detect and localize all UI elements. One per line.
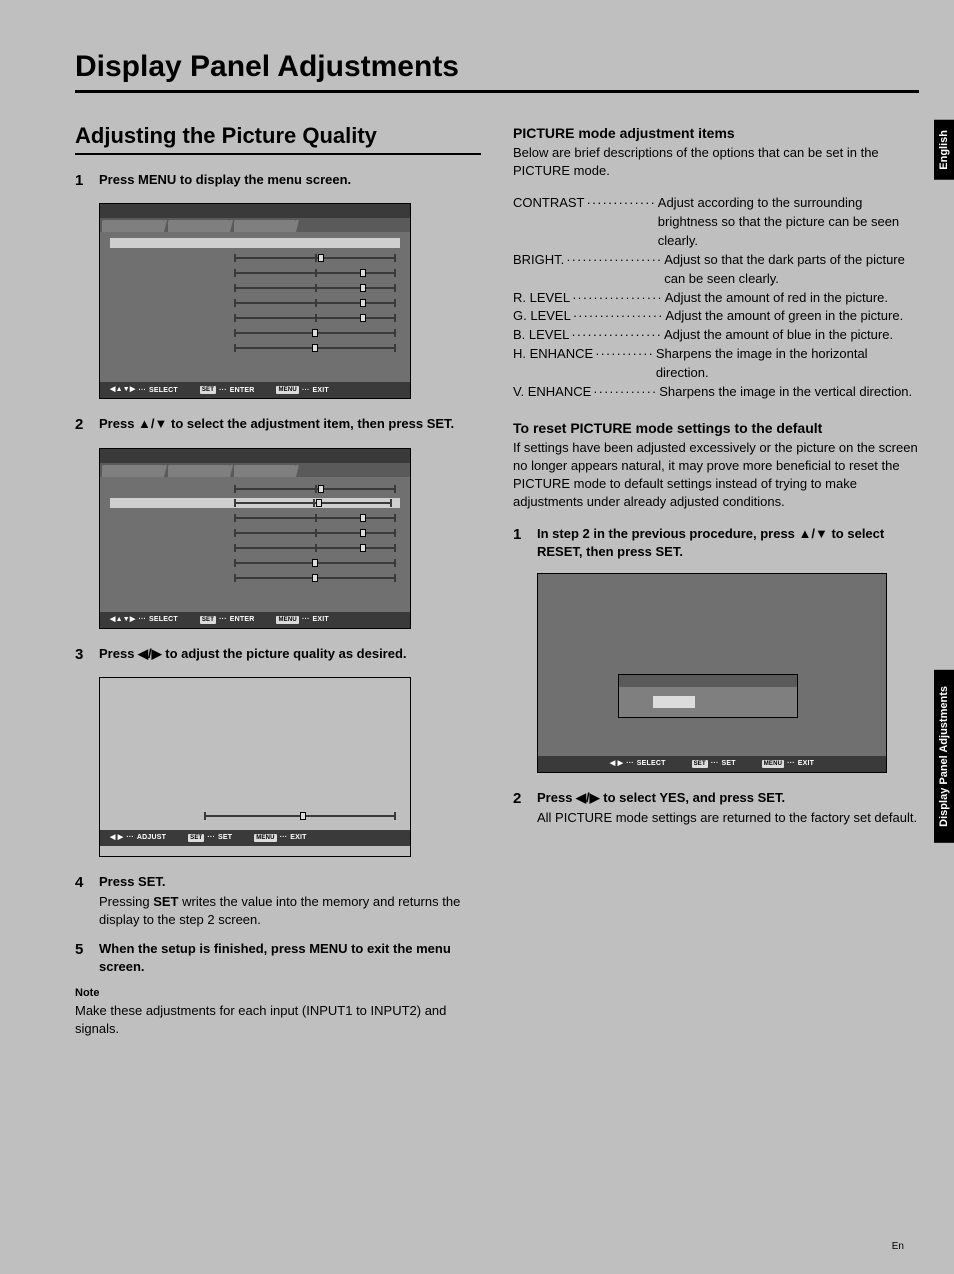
- step-number: 5: [75, 940, 89, 975]
- reset-step-2: 2 Press ◀/▶ to select YES, and press SET…: [513, 789, 919, 827]
- osd-footer: ◀▲▼▶···SELECT SET···ENTER MENU···EXIT: [100, 612, 410, 628]
- step-text: Press ◀/▶ to select YES, and press SET.: [537, 789, 919, 807]
- page-language-footer: En: [892, 1241, 904, 1252]
- left-column: Adjusting the Picture Quality 1 Press ME…: [75, 123, 481, 1038]
- definition-row: V. ENHANCE············Sharpens the image…: [513, 383, 919, 402]
- osd-reset-screenshot: ◀ ▶···SELECT SET···SET MENU···EXIT: [537, 573, 887, 773]
- definition-row: B. LEVEL·················Adjust the amou…: [513, 326, 919, 345]
- set-key-icon: SET: [200, 616, 216, 624]
- arrows-icon: ◀▲▼▶: [110, 616, 135, 624]
- osd-menu-screenshot-1: ◀▲▼▶···SELECT SET···ENTER MENU···EXIT: [99, 203, 411, 399]
- menu-key-icon: MENU: [276, 616, 298, 624]
- set-key-icon: SET: [188, 834, 204, 842]
- step-text: In step 2 in the previous procedure, pre…: [537, 525, 919, 560]
- note-label: Note: [75, 987, 481, 999]
- step-text: Press ▲/▼ to select the adjustment item,…: [99, 415, 481, 433]
- set-key-icon: SET: [692, 760, 708, 768]
- step-5: 5 When the setup is finished, press MENU…: [75, 940, 481, 975]
- definition-row: H. ENHANCE···········Sharpens the image …: [513, 345, 919, 383]
- section-tab: Display Panel Adjustments: [934, 670, 954, 843]
- note-text: Make these adjustments for each input (I…: [75, 1002, 481, 1037]
- reset-step-1: 1 In step 2 in the previous procedure, p…: [513, 525, 919, 560]
- step-number: 4: [75, 873, 89, 929]
- menu-key-icon: MENU: [254, 834, 276, 842]
- step-text: Press ◀/▶ to adjust the picture quality …: [99, 645, 481, 663]
- arrows-icon: ◀▲▼▶: [110, 386, 135, 394]
- reset-dialog: [618, 674, 798, 718]
- step-desc: Pressing SET writes the value into the m…: [99, 893, 481, 928]
- page: Display Panel Adjustments Adjusting the …: [0, 0, 954, 1274]
- set-key-icon: SET: [200, 386, 216, 394]
- osd-adjust-screenshot: ◀ ▶···ADJUST SET···SET MENU···EXIT: [99, 677, 411, 857]
- page-title: Display Panel Adjustments: [75, 50, 919, 93]
- step-text: Press SET.: [99, 873, 481, 891]
- osd-footer: ◀ ▶···SELECT SET···SET MENU···EXIT: [538, 756, 886, 772]
- lr-arrows-icon: ◀ ▶: [110, 834, 123, 842]
- step-number: 1: [513, 525, 527, 560]
- paragraph: Below are brief descriptions of the opti…: [513, 144, 919, 180]
- menu-key-icon: MENU: [762, 760, 784, 768]
- subheading: To reset PICTURE mode settings to the de…: [513, 420, 919, 436]
- section-title: Adjusting the Picture Quality: [75, 123, 481, 155]
- osd-footer: ◀ ▶···ADJUST SET···SET MENU···EXIT: [100, 830, 410, 846]
- lr-arrows-icon: ◀ ▶: [610, 760, 623, 768]
- definition-row: CONTRAST·············Adjust according to…: [513, 194, 919, 251]
- paragraph: If settings have been adjusted excessive…: [513, 439, 919, 512]
- step-1: 1 Press MENU to display the menu screen.: [75, 171, 481, 191]
- definition-row: G. LEVEL·················Adjust the amou…: [513, 307, 919, 326]
- definition-row: R. LEVEL·················Adjust the amou…: [513, 289, 919, 308]
- step-4: 4 Press SET. Pressing SET writes the val…: [75, 873, 481, 929]
- right-column: PICTURE mode adjustment items Below are …: [513, 123, 919, 1038]
- step-3: 3 Press ◀/▶ to adjust the picture qualit…: [75, 645, 481, 665]
- step-number: 1: [75, 171, 89, 191]
- definition-list: CONTRAST·············Adjust according to…: [513, 194, 919, 401]
- step-number: 3: [75, 645, 89, 665]
- step-2: 2 Press ▲/▼ to select the adjustment ite…: [75, 415, 481, 435]
- two-column-layout: Adjusting the Picture Quality 1 Press ME…: [75, 123, 919, 1038]
- osd-menu-screenshot-2: ◀▲▼▶···SELECT SET···ENTER MENU···EXIT: [99, 448, 411, 629]
- step-text: When the setup is finished, press MENU t…: [99, 940, 481, 975]
- osd-footer: ◀▲▼▶···SELECT SET···ENTER MENU···EXIT: [100, 382, 410, 398]
- subheading: PICTURE mode adjustment items: [513, 125, 919, 141]
- step-text: Press MENU to display the menu screen.: [99, 171, 481, 189]
- step-number: 2: [513, 789, 527, 827]
- step-desc: All PICTURE mode settings are returned t…: [537, 809, 919, 827]
- language-tab: English: [934, 120, 954, 180]
- step-number: 2: [75, 415, 89, 435]
- definition-row: BRIGHT.··················Adjust so that …: [513, 251, 919, 289]
- menu-key-icon: MENU: [276, 386, 298, 394]
